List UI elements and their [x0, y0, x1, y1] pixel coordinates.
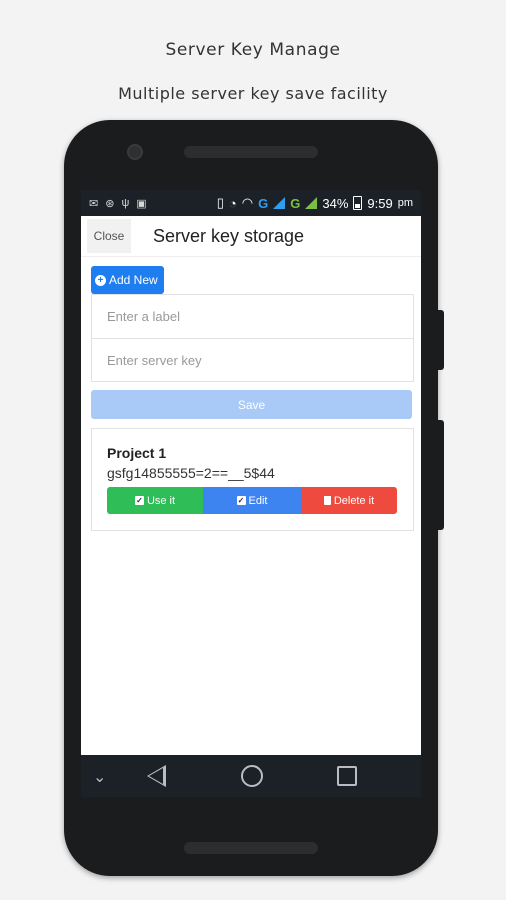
use-it-button[interactable]: ✓ Use it	[107, 487, 203, 514]
page-title: Server key storage	[153, 225, 305, 246]
edit-button[interactable]: ✓ Edit	[203, 487, 301, 514]
trash-icon	[323, 496, 331, 505]
earpiece-speaker	[184, 146, 318, 158]
vibrate-icon: ▯	[216, 195, 224, 210]
volume-button	[438, 310, 444, 370]
clock-ampm: pm	[397, 197, 413, 209]
phone-frame: ✉ ⊛ ψ ▣ ▯ ◔ ◠ G G 34% 9:59 pm Close Serv…	[64, 120, 444, 876]
wifi-icon: ◠	[241, 195, 254, 210]
delete-label: Delete it	[333, 494, 375, 507]
entry-key: gsfg14855555=2==__5$44	[107, 465, 275, 481]
home-icon[interactable]	[241, 765, 263, 787]
entry-label: Project 1	[107, 445, 167, 461]
close-button[interactable]: Close	[87, 219, 131, 253]
server-key-input[interactable]: Enter server key	[92, 338, 413, 381]
battery-percent: 34%	[322, 195, 349, 211]
save-button[interactable]: Save	[91, 390, 412, 419]
add-new-label: Add New	[109, 273, 158, 287]
add-new-button[interactable]: + Add New	[91, 266, 164, 294]
delete-button[interactable]: Delete it	[301, 487, 397, 514]
image-icon: ▣	[136, 197, 147, 210]
clock-time: 9:59	[367, 195, 393, 211]
entry-actions: ✓ Use it ✓ Edit Delete it	[107, 487, 397, 514]
edit-label: Edit	[248, 494, 268, 507]
label-input[interactable]: Enter a label	[92, 295, 413, 338]
network-type-2: G	[290, 195, 301, 211]
power-button	[438, 420, 444, 530]
usb-icon: ψ	[121, 197, 130, 209]
sync-icon: ⊛	[105, 197, 115, 210]
status-bar: ✉ ⊛ ψ ▣ ▯ ◔ ◠ G G 34% 9:59 pm	[81, 190, 421, 216]
check-square-icon: ✓	[134, 496, 144, 505]
battery-icon	[353, 196, 363, 210]
check-square-icon: ✓	[236, 496, 246, 505]
plus-circle-icon: +	[95, 274, 106, 286]
back-icon[interactable]	[147, 765, 166, 787]
recent-apps-icon[interactable]	[337, 766, 357, 786]
signal-icon-1	[273, 197, 286, 209]
alarm-icon: ◔	[228, 195, 237, 211]
navigation-bar: ⌄	[81, 755, 421, 797]
chevron-down-icon[interactable]: ⌄	[93, 767, 106, 787]
signal-icon-2	[305, 197, 318, 209]
app-header: Close Server key storage	[81, 216, 421, 257]
phone-screen: ✉ ⊛ ψ ▣ ▯ ◔ ◠ G G 34% 9:59 pm Close Serv…	[81, 190, 421, 797]
bottom-speaker	[184, 842, 318, 854]
network-type-1: G	[258, 195, 269, 211]
caption-title: Server Key Manage	[165, 40, 341, 60]
key-form: Enter a label Enter server key	[91, 294, 414, 382]
key-entry-card: Project 1 gsfg14855555=2==__5$44 ✓ Use i…	[91, 428, 414, 531]
camera-icon	[127, 144, 143, 160]
use-it-label: Use it	[146, 494, 176, 507]
message-icon: ✉	[89, 197, 99, 210]
caption-subtitle: Multiple server key save facility	[118, 84, 388, 103]
